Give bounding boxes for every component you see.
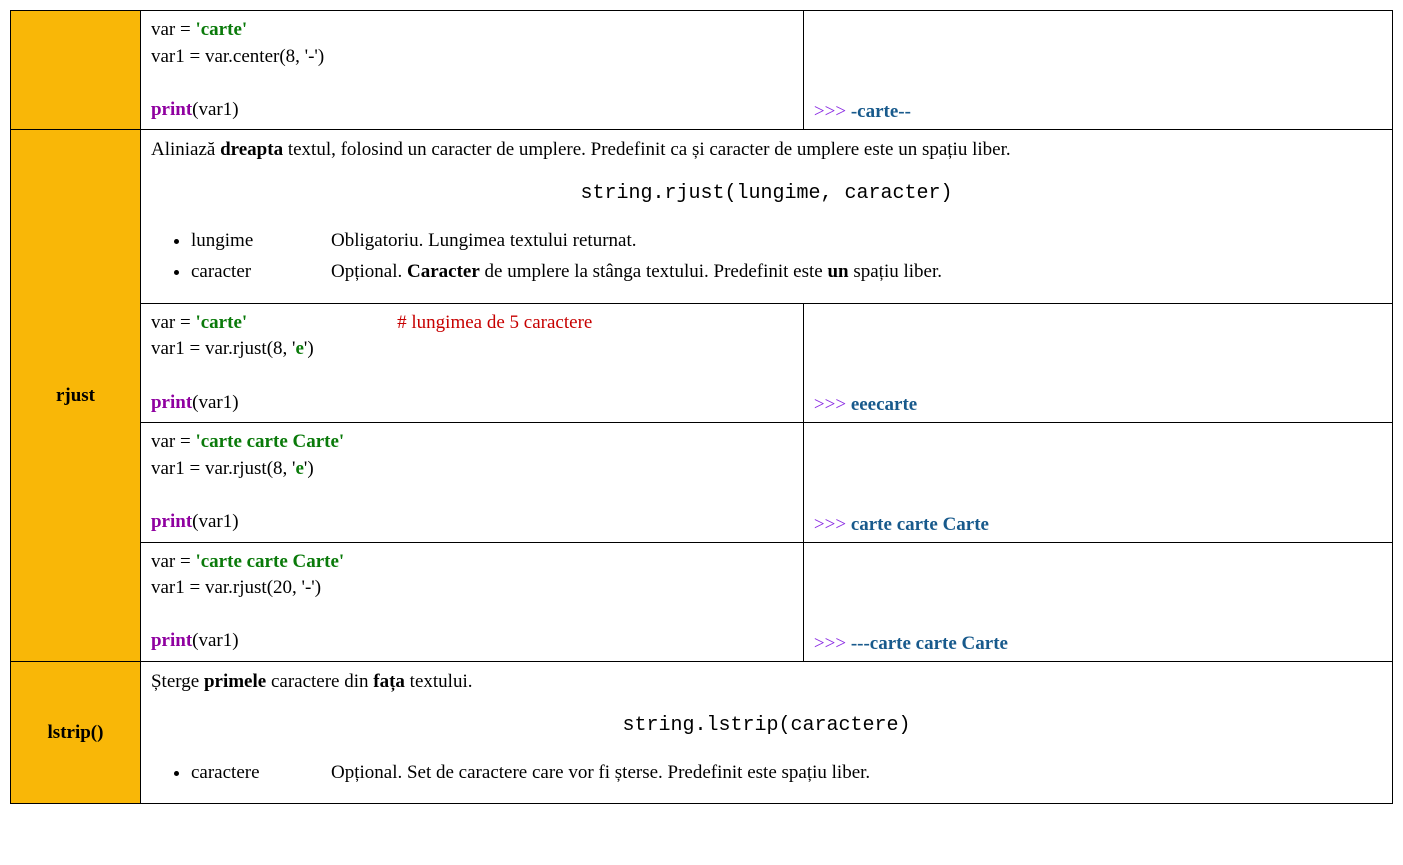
desc-text: Șterge — [151, 671, 204, 692]
method-cell-lstrip: lstrip() — [11, 662, 141, 804]
code-string: 'carte carte Carte' — [195, 551, 344, 572]
param-name: caractere — [191, 759, 331, 788]
keyword-print: print — [151, 511, 192, 532]
code-cell-rjust-3: var = 'carte carte Carte' var1 = var.rju… — [140, 542, 803, 661]
param-desc: Obligatoriu. Lungimea textului returnat. — [331, 230, 637, 251]
param-list: lungimeObligatoriu. Lungimea textului re… — [191, 227, 1382, 287]
keyword-print: print — [151, 99, 192, 120]
code-text: ') — [304, 458, 314, 479]
output-cell-rjust-3: >>> ---carte carte Carte — [803, 542, 1392, 661]
code-text: var = — [151, 312, 195, 333]
desc-text: textului. — [405, 671, 473, 692]
param-item: caracterOpțional. Caracter de umplere la… — [191, 258, 1382, 287]
code-string: e — [295, 458, 303, 479]
param-list: caractereOpțional. Set de caractere care… — [191, 759, 1382, 788]
code-string: e — [295, 338, 303, 359]
code-string: 'carte' — [195, 312, 247, 333]
keyword-print: print — [151, 630, 192, 651]
code-text: var1 = var.rjust(20, '-') — [151, 577, 321, 598]
desc-cell-lstrip: Șterge primele caractere din fața textul… — [140, 662, 1392, 804]
param-desc: de umplere la stânga textului. Predefini… — [480, 261, 828, 282]
code-text: (var1) — [192, 511, 238, 532]
code-text: var1 = var.center(8, '-') — [151, 46, 324, 67]
param-bold: Caracter — [407, 261, 480, 282]
methods-table: var = 'carte' var1 = var.center(8, '-') … — [10, 10, 1393, 804]
param-item: caractereOpțional. Set de caractere care… — [191, 759, 1382, 788]
desc-text: textul, folosind un caracter de umplere.… — [283, 139, 1011, 160]
code-string: 'carte' — [195, 19, 247, 40]
repl-prompt: >>> — [814, 101, 851, 122]
desc-bold: fața — [373, 671, 405, 692]
code-cell-center: var = 'carte' var1 = var.center(8, '-') … — [140, 11, 803, 130]
param-bold: un — [827, 261, 848, 282]
code-cell-rjust-1: var = 'carte' # lungimea de 5 caractere v… — [140, 303, 803, 422]
code-comment: # lungimea de 5 caractere — [397, 312, 592, 333]
param-name: caracter — [191, 258, 331, 287]
code-cell-rjust-2: var = 'carte carte Carte' var1 = var.rju… — [140, 423, 803, 542]
param-desc: spațiu liber. — [849, 261, 942, 282]
code-text: (var1) — [192, 392, 238, 413]
param-name: lungime — [191, 227, 331, 256]
output-value: eeecarte — [851, 394, 917, 415]
param-item: lungimeObligatoriu. Lungimea textului re… — [191, 227, 1382, 256]
desc-text: caractere din — [266, 671, 373, 692]
code-text: var = — [151, 431, 195, 452]
method-cell-rjust: rjust — [11, 130, 141, 662]
syntax-line: string.rjust(lungime, caracter) — [151, 179, 1382, 209]
code-text: (var1) — [192, 99, 238, 120]
keyword-print: print — [151, 392, 192, 413]
code-text: var1 = var.rjust(8, ' — [151, 458, 295, 479]
desc-bold: dreapta — [220, 139, 283, 160]
repl-prompt: >>> — [814, 633, 851, 654]
output-value: carte carte Carte — [851, 514, 989, 535]
output-value: ---carte carte Carte — [851, 633, 1008, 654]
code-string: 'carte carte Carte' — [195, 431, 344, 452]
repl-prompt: >>> — [814, 394, 851, 415]
code-text: var = — [151, 19, 195, 40]
code-text: (var1) — [192, 630, 238, 651]
method-cell-blank — [11, 11, 141, 130]
param-desc: Opțional. Set de caractere care vor fi ș… — [331, 762, 870, 783]
desc-cell-rjust: Aliniază dreapta textul, folosind un car… — [140, 130, 1392, 304]
param-desc: Opțional. — [331, 261, 407, 282]
repl-prompt: >>> — [814, 514, 851, 535]
code-text: var = — [151, 551, 195, 572]
output-cell-rjust-2: >>> carte carte Carte — [803, 423, 1392, 542]
code-text: var1 = var.rjust(8, ' — [151, 338, 295, 359]
code-text: ') — [304, 338, 314, 359]
output-value: -carte-- — [851, 101, 911, 122]
output-cell-rjust-1: >>> eeecarte — [803, 303, 1392, 422]
syntax-line: string.lstrip(caractere) — [151, 711, 1382, 741]
output-cell-center: >>> -carte-- — [803, 11, 1392, 130]
desc-bold: primele — [204, 671, 266, 692]
desc-text: Aliniază — [151, 139, 220, 160]
